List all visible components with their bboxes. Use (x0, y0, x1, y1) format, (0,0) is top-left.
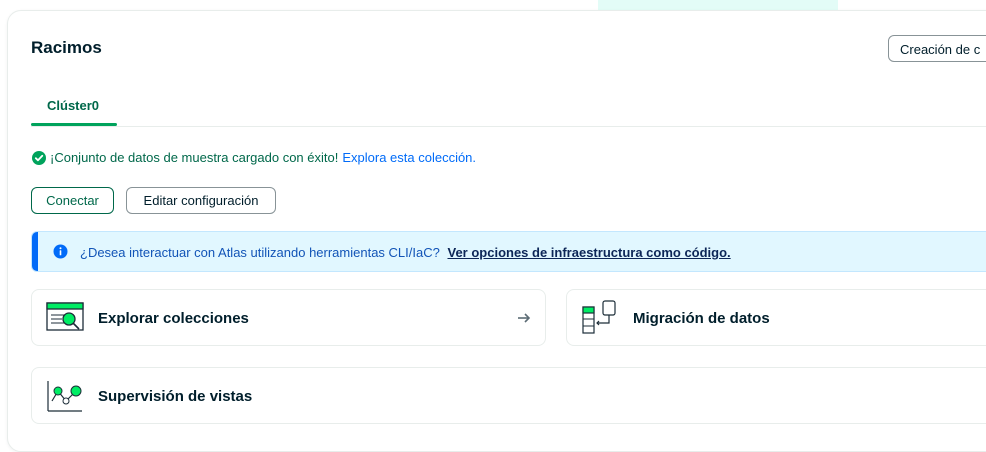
background-accent (598, 0, 838, 10)
create-button[interactable]: Creación de c (888, 35, 986, 62)
check-circle-icon (32, 150, 46, 165)
edit-configuration-button[interactable]: Editar configuración (126, 187, 276, 214)
card-title: Supervisión de vistas (98, 388, 253, 405)
view-monitoring-card[interactable]: Supervisión de vistas (31, 367, 986, 424)
tab-cluster0[interactable]: Clúster0 (31, 88, 117, 126)
monitoring-chart-icon (47, 381, 82, 412)
success-text: ¡Conjunto de datos de muestra cargado co… (50, 150, 339, 165)
banner-accent-bar (32, 232, 38, 271)
explore-collections-card[interactable]: Explorar colecciones (31, 289, 546, 346)
data-migration-card[interactable]: Migración de datos (566, 289, 986, 346)
tab-divider (31, 126, 986, 127)
explore-collection-link[interactable]: Explora esta colección. (342, 150, 476, 165)
connect-button[interactable]: Conectar (31, 187, 114, 214)
info-banner: ¿Desea interactuar con Atlas utilizando … (31, 231, 986, 272)
infrastructure-as-code-link[interactable]: Ver opciones de infraestructura como cód… (447, 245, 730, 260)
card-title: Explorar colecciones (98, 310, 249, 327)
card-title: Migración de datos (633, 310, 770, 327)
data-migration-icon (582, 300, 616, 334)
arrow-right-icon (518, 313, 531, 323)
page-title: Racimos (31, 38, 102, 57)
success-message: ¡Conjunto de datos de muestra cargado co… (32, 150, 476, 165)
tab-label: Clúster0 (47, 98, 100, 113)
banner-text-line: ¿Desea interactuar con Atlas utilizando … (80, 245, 731, 260)
browse-collections-icon (46, 302, 84, 331)
info-icon (53, 244, 68, 259)
banner-message: ¿Desea interactuar con Atlas utilizando … (80, 245, 440, 260)
